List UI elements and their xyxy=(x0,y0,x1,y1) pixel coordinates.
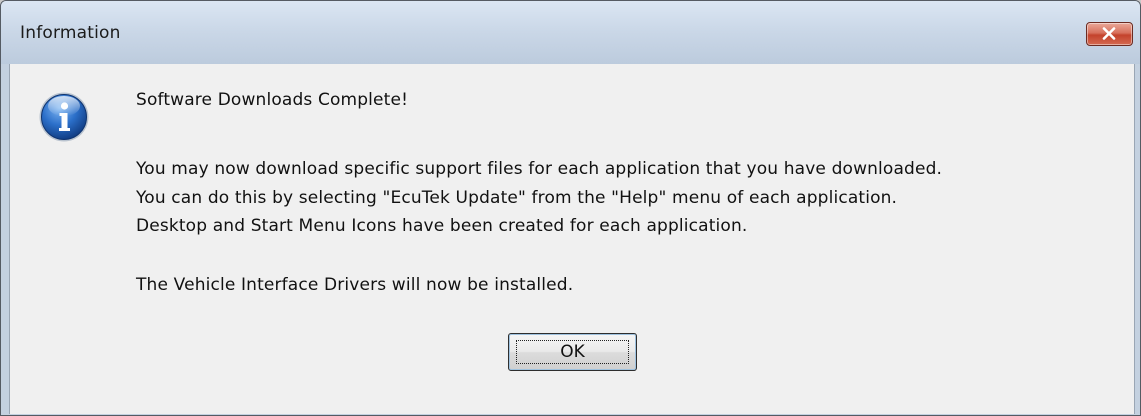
close-icon xyxy=(1102,27,1116,40)
close-button[interactable] xyxy=(1086,22,1133,46)
message-line-1: You may now download specific support fi… xyxy=(136,159,943,179)
ok-button[interactable]: OK xyxy=(508,333,637,371)
information-icon xyxy=(39,92,89,142)
message-heading: Software Downloads Complete! xyxy=(136,90,409,110)
message-line-2: You can do this by selecting "EcuTek Upd… xyxy=(136,188,898,208)
dialog-body: Software Downloads Complete! You may now… xyxy=(9,64,1135,414)
ok-button-label: OK xyxy=(560,342,585,362)
message-line-3: Desktop and Start Menu Icons have been c… xyxy=(136,216,748,236)
title-bar[interactable]: Information xyxy=(1,1,1140,64)
dialog-window: Information Software Downloads Complete!… xyxy=(0,0,1141,416)
message-footer: The Vehicle Interface Drivers will now b… xyxy=(136,275,574,295)
window-title: Information xyxy=(20,23,121,43)
